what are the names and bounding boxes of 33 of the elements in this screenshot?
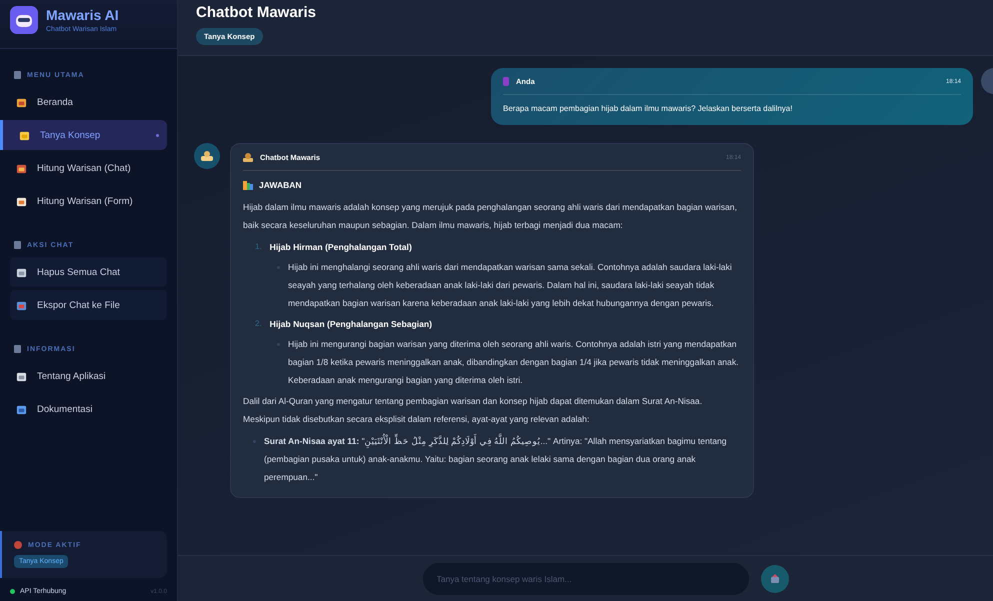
user-icon xyxy=(503,77,509,86)
bullet-dot xyxy=(253,440,256,443)
bot-avatar xyxy=(194,143,220,169)
nav-item[interactable]: Dokumentasi xyxy=(10,394,167,424)
action-button[interactable]: Hapus Semua Chat xyxy=(10,257,167,287)
nav-item[interactable]: Tentang Aplikasi xyxy=(10,361,167,391)
nav-item[interactable]: Hitung Warisan (Form) xyxy=(10,186,167,216)
answer-paragraph: Dalil dari Al-Quran yang mengatur tentang pembagian warisan dan konsep hijab dapat ditemukan dalam Surat An-Nisaa. Meskipun tidak disebutkan secara eksplisit dalam referensi, ayat-ayat yang relevan adalah: xyxy=(243,395,704,426)
list-title: Hijab Nuqsan (Penghalangan Sebagian) xyxy=(270,318,432,331)
list-text: Hijab ini mengurangi bagian warisan yang diterima oleh seorang ahli waris. Contohnya adalah istri yang mendapatkan bagian 1/8 ketika pewaris meninggalkan anak, dibandingkan dengan bagian 1/4 jika pewaris tidak meninggalkan anak. Keberadaan anak mengurangi bagian yang diterima oleh istri. xyxy=(288,338,740,387)
answer-paragraph: Hijab dalam ilmu mawaris adalah konsep yang merujuk pada penghalangan seorang ahli waris dari mendapatkan bagian warisan, baik secara keseluruhan maupun sebagian. Dalam ilmu mawaris, hijab terbagi menjadi dua macam: xyxy=(243,201,738,232)
list-number: 2. xyxy=(255,318,262,330)
nav-item[interactable]: Tanya Konsep xyxy=(0,120,167,150)
section-icon xyxy=(14,345,21,353)
nav-item[interactable]: Hitung Warisan (Chat) xyxy=(10,153,167,183)
answer-heading: JAWABAN xyxy=(259,180,302,190)
robot-logo-icon xyxy=(10,6,38,34)
list-text: Hijab ini menghalangi seorang ahli waris dari mendapatkan warisan sama sekali. Contohnya adalah saudara laki-laki seayah yang terhalang oleh keberadaan anak laki-laki dari pewaris. Dalam hal ini, saudara laki-laki seayah tidak mendapatkan bagian warisan karena keberadaan anak laki-laki yang lebih dekat hubungannya dengan pewaris. xyxy=(288,261,733,310)
nav-item[interactable]: Beranda xyxy=(10,87,167,117)
message-text: Berapa macam pembagian hijab dalam ilmu mawaris? Jelaskan berserta dalilnya! xyxy=(503,104,794,113)
chat-input[interactable]: Tanya tentang konsep waris Islam... xyxy=(422,562,748,594)
section-icon xyxy=(14,241,21,249)
list-number: 1. xyxy=(255,241,262,253)
action-button[interactable]: Ekspor Chat ke File xyxy=(10,290,167,320)
active-dot xyxy=(156,134,159,136)
bullet-dot xyxy=(277,343,280,346)
books-icon xyxy=(243,180,253,190)
list-title: Hijab Hirman (Penghalangan Total) xyxy=(270,241,412,254)
app-name: Mawaris AI xyxy=(46,7,119,23)
send-button[interactable] xyxy=(760,564,788,592)
page-title: Chatbot Mawaris xyxy=(196,4,318,21)
bullet-dot xyxy=(277,266,280,269)
section-icon xyxy=(14,71,21,79)
